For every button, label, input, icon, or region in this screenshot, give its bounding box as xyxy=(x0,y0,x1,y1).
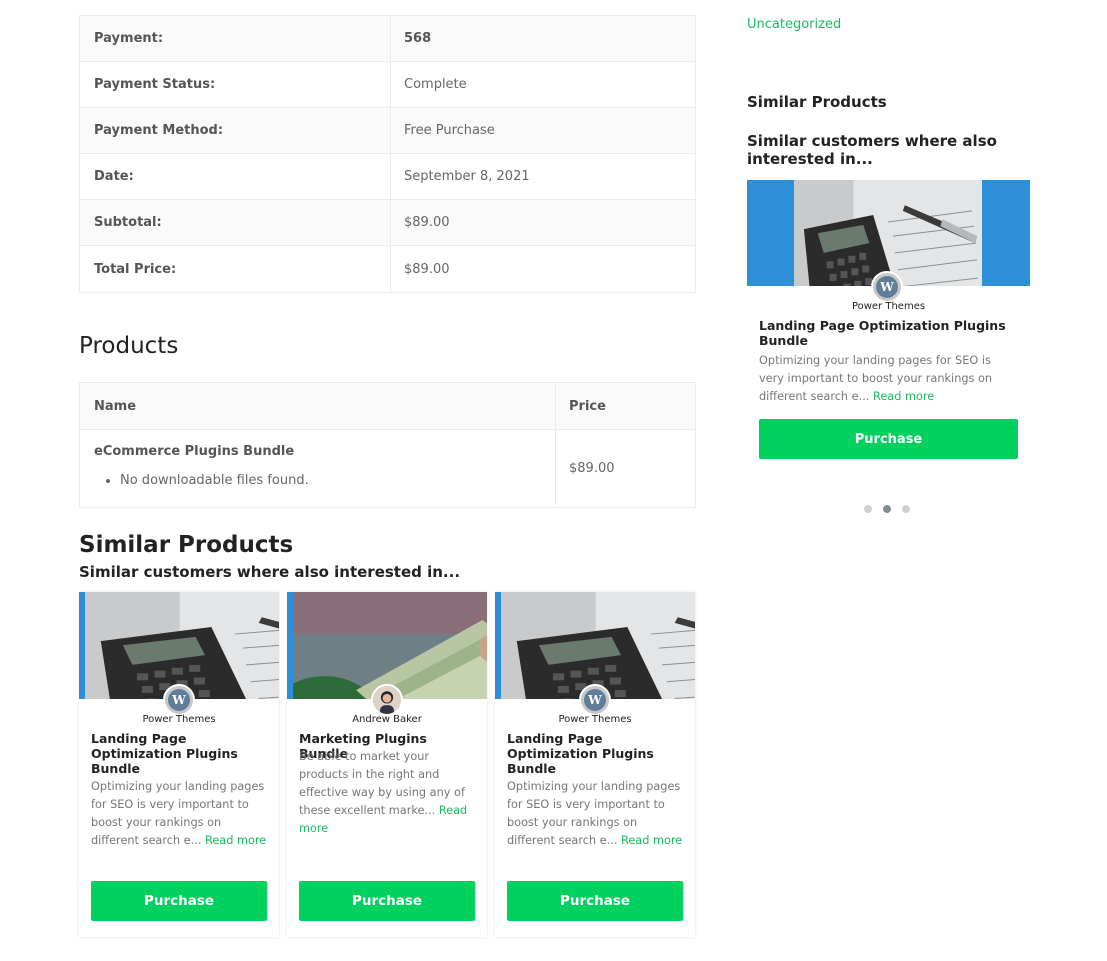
receipt-value: 568 xyxy=(391,16,695,61)
wordpress-icon: W xyxy=(876,276,898,298)
author-name[interactable]: Andrew Baker xyxy=(287,714,487,725)
products-table: Name Price eCommerce Plugins Bundle No d… xyxy=(79,382,696,508)
receipt-label: Payment: xyxy=(80,16,391,61)
author-avatar xyxy=(371,684,403,716)
product-description: Be able to market your products in the r… xyxy=(299,748,477,838)
receipt-label: Subtotal: xyxy=(80,200,391,245)
similar-products-heading: Similar Products xyxy=(79,532,294,558)
sidebar-widget-title: Similar Products xyxy=(747,93,887,111)
receipt-label: Payment Status: xyxy=(80,62,391,107)
receipt-row-payment: Payment: 568 xyxy=(80,16,695,62)
receipt-row-date: Date: September 8, 2021 xyxy=(80,154,695,200)
purchase-button[interactable]: Purchase xyxy=(759,419,1018,459)
receipt-row-total: Total Price: $89.00 xyxy=(80,246,695,292)
purchase-button[interactable]: Purchase xyxy=(91,881,267,921)
receipt-row-status: Payment Status: Complete xyxy=(80,62,695,108)
product-image[interactable] xyxy=(287,592,487,699)
sidebar-widget-subtitle: Similar customers where also interested … xyxy=(747,132,997,168)
table-row: eCommerce Plugins Bundle No downloadable… xyxy=(80,430,695,507)
product-card: W Power Themes Landing Page Optimization… xyxy=(79,592,279,937)
carousel-dot-active[interactable] xyxy=(883,505,891,513)
carousel-dot[interactable] xyxy=(864,505,872,513)
category-link[interactable]: Uncategorized xyxy=(747,17,841,32)
product-image[interactable] xyxy=(79,592,279,699)
product-title[interactable]: Landing Page Optimization Plugins Bundle xyxy=(759,318,1009,348)
receipt-value: Free Purchase xyxy=(391,108,695,153)
author-name[interactable]: Power Themes xyxy=(747,301,1030,312)
files-note: No downloadable files found. xyxy=(120,473,555,488)
carousel-dot[interactable] xyxy=(902,505,910,513)
person-avatar xyxy=(373,686,401,714)
products-table-header: Name Price xyxy=(80,383,695,430)
receipt-value: Complete xyxy=(391,62,695,107)
column-header-price: Price xyxy=(569,398,606,414)
product-name: eCommerce Plugins Bundle xyxy=(94,444,295,459)
wordpress-icon: W xyxy=(168,689,190,711)
calculator-photo xyxy=(501,592,695,699)
calculator-photo xyxy=(85,592,279,699)
author-avatar: W xyxy=(871,271,903,303)
product-image[interactable] xyxy=(495,592,695,699)
product-title[interactable]: Landing Page Optimization Plugins Bundle xyxy=(507,731,687,776)
product-card: Andrew Baker Marketing Plugins Bundle Be… xyxy=(287,592,487,937)
product-description: Optimizing your landing pages for SEO is… xyxy=(91,778,269,850)
read-more-link[interactable]: Read more xyxy=(205,834,266,847)
receipt-value: $89.00 xyxy=(391,246,695,292)
product-title[interactable]: Landing Page Optimization Plugins Bundle xyxy=(91,731,271,776)
purchase-button[interactable]: Purchase xyxy=(299,881,475,921)
sidebar-product-card: W Power Themes Landing Page Optimization… xyxy=(747,180,1030,480)
product-cell: eCommerce Plugins Bundle No downloadable… xyxy=(80,430,556,507)
receipt-label: Payment Method: xyxy=(80,108,391,153)
read-more-link[interactable]: Read more xyxy=(621,834,682,847)
author-name[interactable]: Power Themes xyxy=(495,714,695,725)
similar-products-subtitle: Similar customers where also interested … xyxy=(79,563,461,581)
carousel-pagination xyxy=(864,505,910,513)
files-list: No downloadable files found. xyxy=(94,473,555,488)
receipt-row-method: Payment Method: Free Purchase xyxy=(80,108,695,154)
author-avatar: W xyxy=(163,684,195,716)
payment-receipt-table: Payment: 568 Payment Status: Complete Pa… xyxy=(79,15,696,293)
purchase-button[interactable]: Purchase xyxy=(507,881,683,921)
author-avatar: W xyxy=(579,684,611,716)
receipt-row-subtotal: Subtotal: $89.00 xyxy=(80,200,695,246)
column-header-name: Name xyxy=(80,383,556,429)
product-description: Optimizing your landing pages for SEO is… xyxy=(759,352,1019,406)
product-card: W Power Themes Landing Page Optimization… xyxy=(495,592,695,937)
money-photo xyxy=(293,592,487,699)
product-description: Optimizing your landing pages for SEO is… xyxy=(507,778,685,850)
receipt-value: $89.00 xyxy=(391,200,695,245)
read-more-link[interactable]: Read more xyxy=(873,390,934,403)
products-heading: Products xyxy=(79,333,179,359)
wordpress-icon: W xyxy=(584,689,606,711)
product-price: $89.00 xyxy=(569,461,615,476)
receipt-value: September 8, 2021 xyxy=(391,154,695,199)
receipt-label: Total Price: xyxy=(80,246,391,292)
similar-products-grid: W Power Themes Landing Page Optimization… xyxy=(79,592,696,937)
receipt-label: Date: xyxy=(80,154,391,199)
author-name[interactable]: Power Themes xyxy=(79,714,279,725)
